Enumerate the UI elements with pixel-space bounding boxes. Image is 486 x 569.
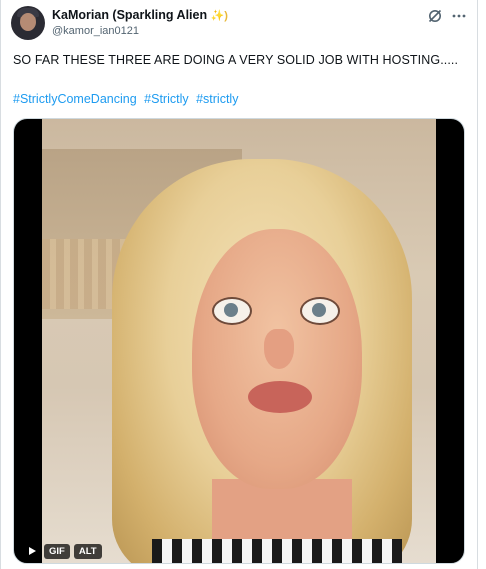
display-name[interactable]: KaMorian (Sparkling Alien ✨) bbox=[52, 8, 228, 22]
sparkle-emoji: ✨) bbox=[210, 10, 228, 22]
gif-badge: GIF bbox=[44, 543, 70, 559]
post-text: SO FAR THESE THREE ARE DOING A VERY SOLI… bbox=[13, 53, 459, 67]
gif-media[interactable]: GIF ALT bbox=[13, 118, 465, 564]
play-icon[interactable] bbox=[24, 543, 40, 559]
hashtag-link[interactable]: #Strictly bbox=[144, 92, 188, 106]
display-name-text[interactable]: KaMorian (Sparkling Alien bbox=[52, 8, 207, 22]
gif-controls: GIF ALT bbox=[24, 543, 102, 559]
avatar[interactable] bbox=[11, 6, 45, 40]
hashtag-link[interactable]: #StrictlyComeDancing bbox=[13, 92, 137, 106]
gif-frame bbox=[42, 119, 436, 563]
user-handle[interactable]: @kamor_ian0121 bbox=[52, 25, 139, 37]
post-card[interactable]: KaMorian (Sparkling Alien ✨) @kamor_ian0… bbox=[0, 0, 478, 569]
hashtag-link[interactable]: #strictly bbox=[196, 92, 238, 106]
alt-badge[interactable]: ALT bbox=[73, 543, 102, 559]
more-icon[interactable] bbox=[451, 8, 467, 24]
grok-icon[interactable] bbox=[427, 8, 443, 24]
hashtag-list: #StrictlyComeDancing #Strictly #strictly bbox=[13, 92, 242, 106]
